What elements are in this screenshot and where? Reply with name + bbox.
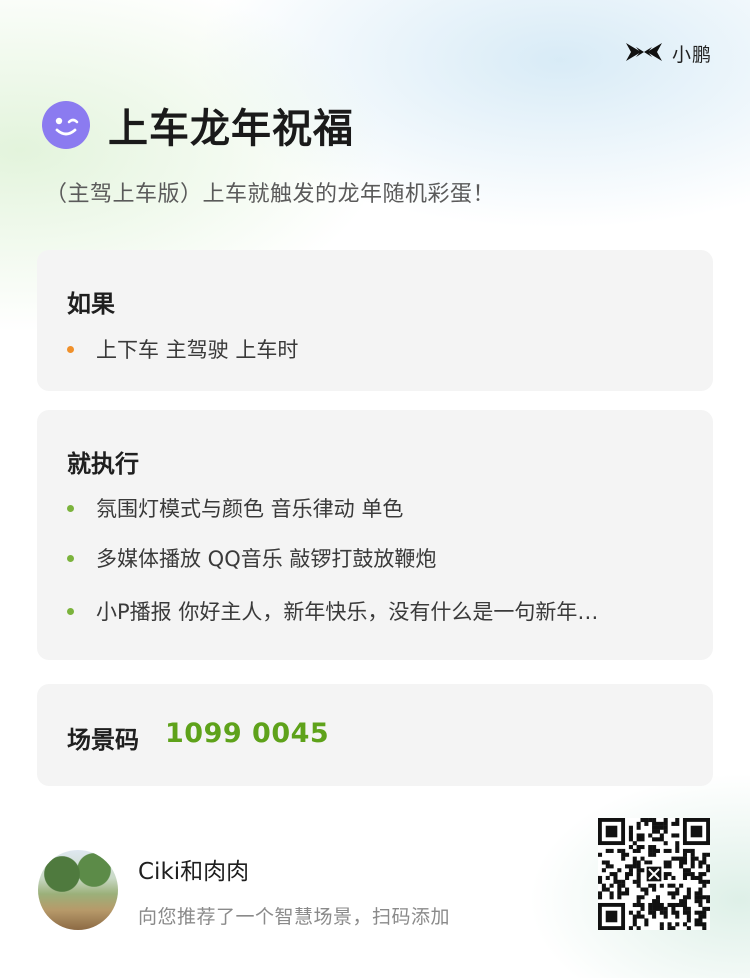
qr-code-icon — [598, 818, 711, 931]
action-item-text: 小P播报 你好主人，新年快乐，没有什么是一句新年… — [96, 600, 599, 624]
action-item-text: 多媒体播放 QQ音乐 敲锣打鼓放鞭炮 — [96, 547, 437, 571]
action-item: 多媒体播放 QQ音乐 敲锣打鼓放鞭炮 — [67, 543, 436, 573]
scene-share-card: 小鹏 上车龙年祝福 （主驾上车版）上车就触发的龙年随机彩蛋！ 如果 上下车 主驾… — [0, 0, 750, 978]
action-card: 就执行 氛围灯模式与颜色 音乐律动 单色 多媒体播放 QQ音乐 敲锣打鼓放鞭炮 … — [37, 410, 713, 660]
wink-face-icon — [42, 101, 90, 149]
page-title: 上车龙年祝福 — [108, 106, 354, 152]
condition-item-text: 上下车 主驾驶 上车时 — [96, 338, 299, 362]
brand-name: 小鹏 — [671, 44, 712, 66]
action-item-text: 氛围灯模式与颜色 音乐律动 单色 — [96, 497, 404, 521]
scene-code-label: 场景码 — [67, 726, 139, 754]
condition-heading: 如果 — [67, 290, 115, 318]
sharer-message: 向您推荐了一个智慧场景，扫码添加 — [138, 906, 451, 928]
bullet-dot-icon — [67, 504, 74, 512]
bullet-dot-icon — [67, 607, 74, 615]
bullet-dot-icon — [67, 554, 74, 562]
bullet-dot-icon — [67, 345, 74, 353]
sharer-name: Ciki和肉肉 — [138, 859, 250, 885]
action-item: 氛围灯模式与颜色 音乐律动 单色 — [67, 493, 403, 523]
action-item: 小P播报 你好主人，新年快乐，没有什么是一句新年… — [67, 596, 598, 626]
condition-card: 如果 上下车 主驾驶 上车时 — [37, 250, 713, 391]
brand: 小鹏 — [624, 40, 712, 67]
action-heading: 就执行 — [67, 450, 139, 478]
scene-code-value: 1099 0045 — [165, 718, 330, 749]
page-subtitle: （主驾上车版）上车就触发的龙年随机彩蛋！ — [45, 182, 496, 207]
avatar — [38, 850, 118, 930]
title-row: 上车龙年祝福 — [42, 96, 354, 154]
condition-item: 上下车 主驾驶 上车时 — [67, 334, 298, 364]
scene-code-card: 场景码 1099 0045 — [37, 684, 713, 786]
qr-code[interactable] — [598, 818, 711, 931]
xpeng-logo-icon — [624, 41, 664, 67]
